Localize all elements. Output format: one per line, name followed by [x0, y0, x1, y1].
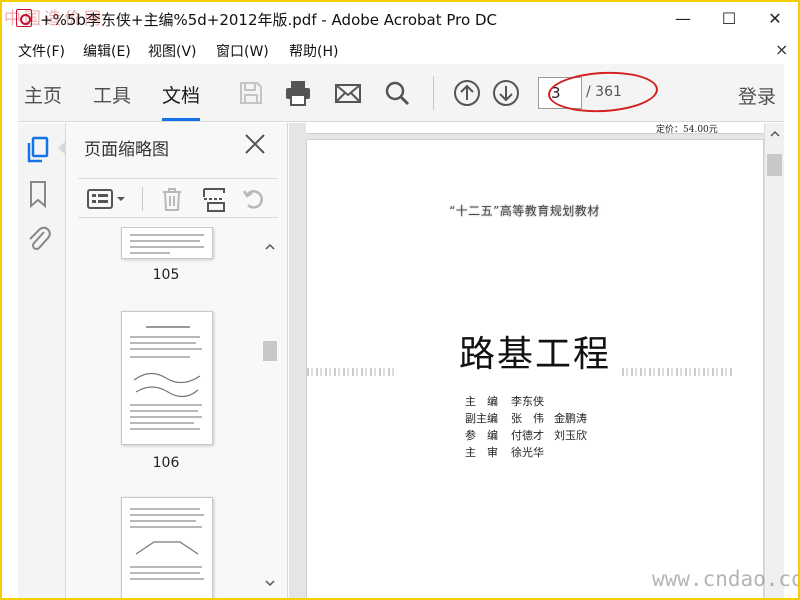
- tab-document[interactable]: 文档: [162, 81, 201, 121]
- print-icon[interactable]: [283, 78, 313, 108]
- credit-name: 付德才: [511, 429, 544, 442]
- thumbnail-page-106[interactable]: [121, 311, 213, 445]
- scroll-up-icon[interactable]: [768, 129, 782, 139]
- minimize-button[interactable]: —: [660, 2, 706, 34]
- credit-role: 主 编: [465, 395, 498, 408]
- document-scrollbar[interactable]: [764, 123, 784, 598]
- scan-artifact: [622, 368, 732, 376]
- thumbnail-page-107[interactable]: [121, 497, 213, 598]
- credit-row: 副主编张 伟金鹏涛: [465, 410, 597, 427]
- maximize-button[interactable]: ☐: [706, 2, 752, 34]
- credit-name: 张 伟: [511, 412, 544, 425]
- email-icon[interactable]: [333, 78, 363, 108]
- thumbnail-diagram: [133, 372, 201, 398]
- delete-icon[interactable]: [158, 185, 186, 213]
- book-title: 路基工程: [459, 334, 612, 375]
- credit-name: 李东侠: [511, 395, 544, 408]
- page-thumbnails-panel: 页面缩略图 105 106: [66, 123, 288, 598]
- credit-row: 主 编李东侠: [465, 393, 597, 410]
- document-viewer: 定价：54.00元 “十二五”高等教育规划教材 路基工程 主 编李东侠 副主编张…: [289, 123, 764, 598]
- page-thumbnails-icon[interactable]: [24, 135, 52, 165]
- panel-title: 页面缩略图: [84, 140, 169, 160]
- navigation-rail: [18, 123, 66, 598]
- credit-name: 金鹏涛: [554, 412, 587, 425]
- credit-role: 副主编: [465, 412, 498, 425]
- thumbnail-options-icon[interactable]: [86, 185, 128, 213]
- menu-bar: 文件(F) 编辑(E) 视图(V) 窗口(W) 帮助(H) ×: [2, 36, 798, 62]
- attachment-icon[interactable]: [24, 223, 52, 253]
- bookmark-icon[interactable]: [24, 179, 52, 209]
- menu-file[interactable]: 文件(F): [18, 41, 65, 61]
- credit-role: 参 编: [465, 429, 498, 442]
- thumbnail-diagram: [135, 541, 199, 555]
- credit-row: 主 审徐光华: [465, 444, 597, 461]
- page-up-icon[interactable]: [452, 78, 482, 108]
- watermark-bottom-right: www.cndao.com: [652, 567, 798, 591]
- thumbnail-toolbar: [78, 178, 278, 218]
- tools-separator: [142, 187, 143, 211]
- credit-name: 刘玉欣: [554, 429, 587, 442]
- tab-tools[interactable]: 工具: [93, 81, 131, 108]
- thumbnail-scrollbar[interactable]: [263, 239, 277, 594]
- extract-icon[interactable]: [200, 185, 228, 213]
- previous-page-strip: 定价：54.00元: [306, 123, 764, 135]
- credit-role: 主 审: [465, 446, 498, 459]
- book-price: 定价：54.00元: [656, 125, 718, 135]
- close-window-button[interactable]: ✕: [752, 2, 798, 34]
- book-credits: 主 编李东侠 副主编张 伟金鹏涛 参 编付德才 刘玉欣 主 审徐光华: [465, 393, 597, 461]
- close-icon[interactable]: [242, 131, 268, 157]
- toolbar-separator: [433, 76, 434, 110]
- acrobat-window: +%5b李东侠+主编%5d+2012年版.pdf - Adobe Acrobat…: [2, 2, 798, 598]
- menu-help[interactable]: 帮助(H): [289, 41, 338, 61]
- close-document-button[interactable]: ×: [775, 40, 788, 59]
- document-page: “十二五”高等教育规划教材 路基工程 主 编李东侠 副主编张 伟金鹏涛 参 编付…: [306, 139, 764, 598]
- thumbnail-list: 105 106: [66, 227, 288, 598]
- thumbnail-page-105[interactable]: [121, 227, 213, 259]
- book-series: “十二五”高等教育规划教材: [449, 204, 600, 218]
- save-icon[interactable]: [236, 78, 266, 108]
- page-down-icon[interactable]: [491, 78, 521, 108]
- search-icon[interactable]: [382, 78, 412, 108]
- credit-row: 参 编付德才 刘玉欣: [465, 427, 597, 444]
- menu-window[interactable]: 窗口(W): [216, 41, 269, 61]
- menu-edit[interactable]: 编辑(E): [83, 41, 131, 61]
- rotate-icon[interactable]: [240, 185, 268, 213]
- tab-home[interactable]: 主页: [24, 81, 62, 108]
- thumbnail-label: 105: [152, 267, 180, 283]
- main-toolbar: 主页 工具 文档 3 / 361 登录: [18, 64, 784, 122]
- window-title: +%5b李东侠+主编%5d+2012年版.pdf - Adobe Acrobat…: [40, 11, 497, 29]
- title-bar: +%5b李东侠+主编%5d+2012年版.pdf - Adobe Acrobat…: [2, 2, 798, 34]
- scan-artifact: [307, 368, 397, 376]
- thumbnail-label: 106: [152, 455, 180, 471]
- page-number-highlight-annotation: [547, 69, 659, 115]
- credit-name: 徐光华: [511, 446, 544, 459]
- scroll-thumb[interactable]: [767, 154, 782, 176]
- watermark-top-left: 中国造价网: [4, 9, 104, 29]
- login-button[interactable]: 登录: [738, 82, 776, 109]
- menu-view[interactable]: 视图(V): [148, 41, 197, 61]
